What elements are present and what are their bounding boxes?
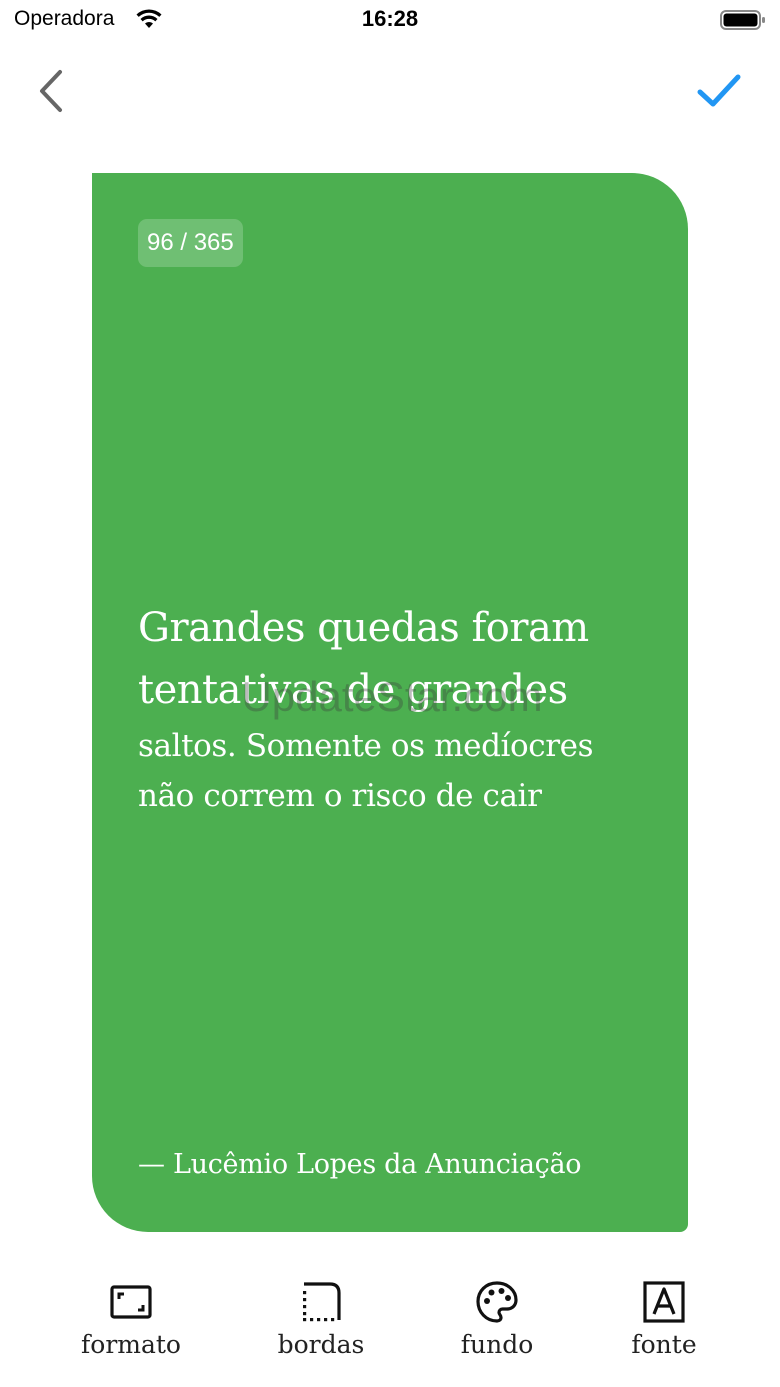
battery-icon — [720, 10, 765, 30]
font-icon — [643, 1281, 685, 1323]
checkmark-icon — [697, 74, 741, 107]
quote-line: saltos. Somente os medíocres — [138, 728, 594, 764]
borders-button[interactable]: bordas — [246, 1280, 396, 1359]
status-bar: Operadora 16:28 — [0, 0, 780, 40]
font-button[interactable]: fonte — [589, 1280, 739, 1359]
quote-text: Grandes quedas foram tentativas de grand… — [138, 597, 668, 821]
tool-label: fundo — [460, 1330, 534, 1359]
quote-line: Grandes quedas foram — [138, 605, 589, 651]
tool-label: bordas — [277, 1330, 365, 1359]
background-button[interactable]: fundo — [422, 1280, 572, 1359]
aspect-ratio-icon — [110, 1285, 152, 1319]
day-counter-badge: 96 / 365 — [138, 219, 243, 267]
quote-author: — Lucêmio Lopes da Anunciação — [138, 1149, 582, 1180]
confirm-button[interactable] — [694, 68, 744, 114]
quote-line: não correm o risco de cair — [138, 778, 542, 814]
tool-label: fonte — [631, 1330, 697, 1359]
quote-card: 96 / 365 Grandes quedas foram tentativas… — [92, 173, 688, 1232]
quote-line: tentativas de grandes — [138, 667, 568, 713]
format-button[interactable]: formato — [56, 1280, 206, 1359]
tool-label: formato — [81, 1330, 181, 1359]
back-button[interactable] — [28, 66, 74, 116]
clock: 16:28 — [361, 6, 419, 31]
bottom-toolbar: formato bordas fundo fonte — [0, 1262, 780, 1387]
border-corner-icon — [303, 1282, 341, 1322]
palette-icon — [476, 1281, 518, 1323]
chevron-left-icon — [40, 70, 62, 112]
